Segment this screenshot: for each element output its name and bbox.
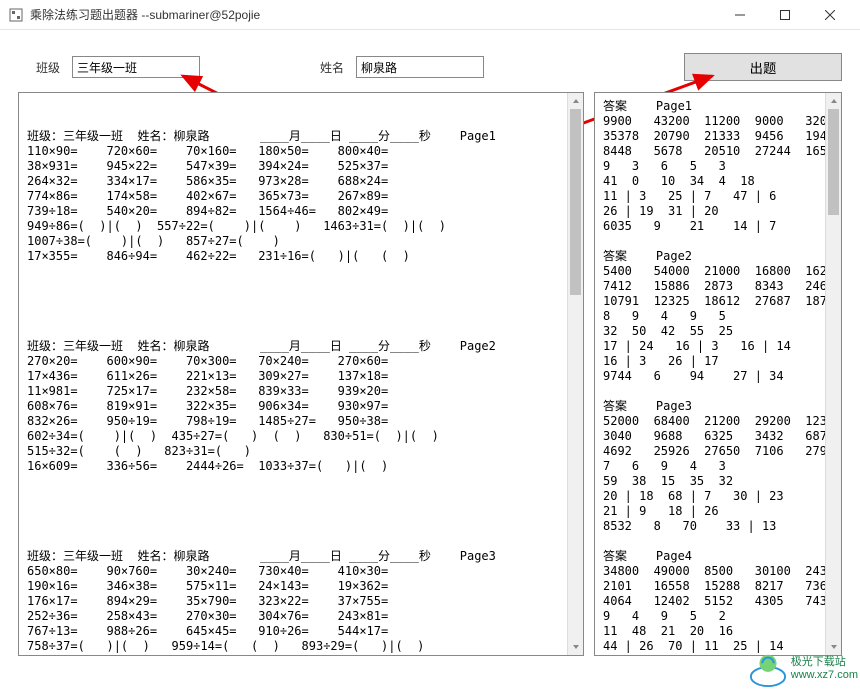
answers-pane: 答案 Page1 9900 43200 11200 9000 32000 353… bbox=[594, 92, 842, 656]
top-controls: 班级 姓名 出题 bbox=[0, 30, 860, 92]
minimize-button[interactable] bbox=[717, 0, 762, 30]
window-controls bbox=[717, 0, 852, 30]
name-label: 姓名 bbox=[320, 59, 344, 76]
scroll-up-button[interactable] bbox=[826, 93, 841, 109]
watermark-line1: 极光下载站 bbox=[791, 656, 858, 669]
questions-pane: 班级：三年级一班 姓名：柳泉路 ____月____日 ____分____秒 Pa… bbox=[18, 92, 584, 656]
watermark-line2: www.xz7.com bbox=[791, 669, 858, 682]
maximize-button[interactable] bbox=[762, 0, 807, 30]
generate-button[interactable]: 出题 bbox=[684, 53, 842, 81]
scroll-thumb[interactable] bbox=[570, 109, 581, 295]
window-title: 乘除法练习题出题器 --submariner@52pojie bbox=[30, 6, 717, 23]
answers-scrollbar[interactable] bbox=[825, 93, 841, 655]
close-button[interactable] bbox=[807, 0, 852, 30]
questions-scrollbar[interactable] bbox=[567, 93, 583, 655]
questions-text: 班级：三年级一班 姓名：柳泉路 ____月____日 ____分____秒 Pa… bbox=[19, 93, 567, 655]
scroll-thumb[interactable] bbox=[828, 109, 839, 215]
app-icon bbox=[8, 7, 24, 23]
answers-text: 答案 Page1 9900 43200 11200 9000 32000 353… bbox=[595, 93, 825, 655]
content-panes: 班级：三年级一班 姓名：柳泉路 ____月____日 ____分____秒 Pa… bbox=[0, 92, 860, 674]
watermark: 极光下载站 www.xz7.com bbox=[749, 650, 858, 688]
class-label: 班级 bbox=[36, 59, 60, 76]
scroll-track[interactable] bbox=[826, 109, 841, 639]
generate-button-label: 出题 bbox=[750, 58, 777, 77]
scroll-track[interactable] bbox=[568, 109, 583, 639]
scroll-up-button[interactable] bbox=[568, 93, 583, 109]
class-input[interactable] bbox=[72, 56, 200, 78]
scroll-down-button[interactable] bbox=[568, 639, 583, 655]
name-input[interactable] bbox=[356, 56, 484, 78]
titlebar: 乘除法练习题出题器 --submariner@52pojie bbox=[0, 0, 860, 30]
watermark-logo-icon bbox=[749, 650, 787, 688]
